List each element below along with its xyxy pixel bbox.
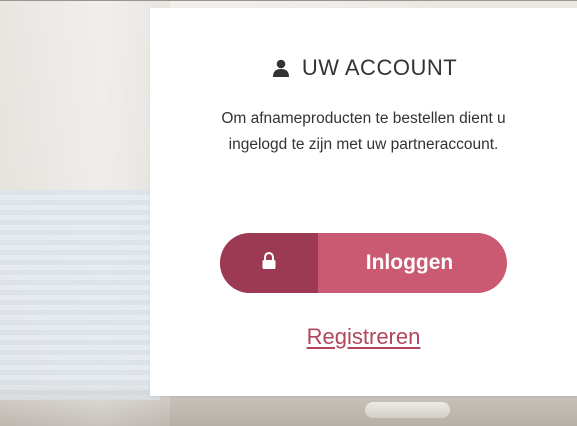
user-icon: [270, 57, 292, 79]
account-panel: UW ACCOUNT Om afnameproducten te bestell…: [150, 8, 577, 396]
background-fixture: [365, 402, 450, 418]
login-button[interactable]: Inloggen: [220, 233, 507, 293]
login-button-label[interactable]: Inloggen: [318, 233, 507, 293]
background-blind: [0, 190, 160, 400]
lock-icon: [261, 251, 277, 275]
background-top-edge: [0, 0, 577, 1]
account-panel-description: Om afnameproducten te bestellen dient u …: [221, 110, 506, 153]
account-panel-title: UW ACCOUNT: [301, 55, 458, 80]
account-panel-header: UW ACCOUNT: [150, 56, 577, 80]
register-link[interactable]: Registreren: [150, 324, 577, 350]
login-button-icon-area[interactable]: [220, 233, 318, 293]
